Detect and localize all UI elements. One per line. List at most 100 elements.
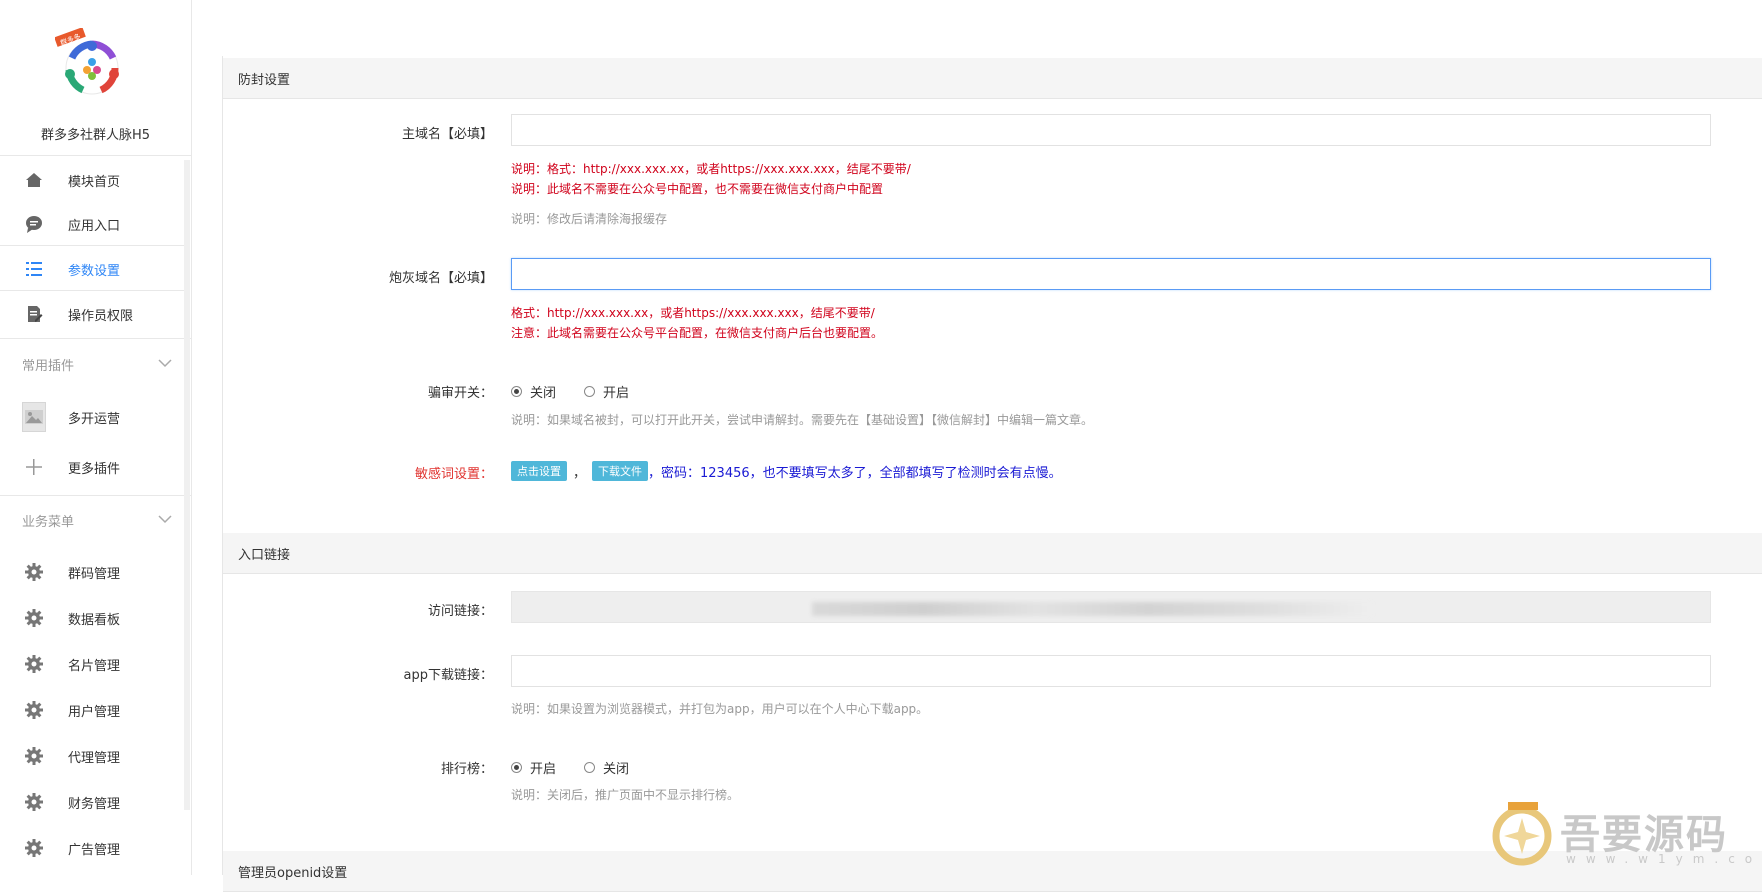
sidebar: 群多多 群多多社群人脉H5 模块首页 应用入口 参数设置 操作员权限 常用插件 — [0, 0, 192, 875]
nav-item-label: 财务管理 — [68, 796, 121, 812]
image-thumbnail-icon — [22, 402, 46, 432]
app-download-note: 说明：如果设置为浏览器模式，并打包为app，用户可以在个人中心下载app。 — [511, 702, 929, 716]
gear-icon — [22, 790, 46, 814]
visit-link-field[interactable] — [511, 591, 1711, 623]
group-label: 常用插件 — [22, 358, 75, 374]
nav-item-params[interactable]: 参数设置 — [0, 247, 184, 291]
main-domain-input[interactable] — [511, 114, 1711, 146]
separator-text: ， — [573, 465, 587, 481]
radio-label: 开启 — [530, 762, 557, 777]
nav-item-agent[interactable]: 代理管理 — [0, 734, 184, 778]
plus-icon — [22, 455, 46, 479]
nav-item-app-entry[interactable]: 应用入口 — [0, 202, 184, 246]
cannon-domain-note-config: 注意：此域名需要在公众号平台配置，在微信支付商户后台也要配置。 — [511, 326, 884, 340]
nav-item-ad[interactable]: 广告管理 — [0, 826, 184, 870]
group-common-plugins[interactable]: 常用插件 — [0, 349, 184, 379]
section-title: 防封设置 — [238, 72, 291, 88]
radio-label: 关闭 — [603, 762, 630, 777]
app-download-input[interactable] — [511, 655, 1711, 687]
main-content: 防封设置 主域名【必填】 说明：格式：http://xxx.xxx.xx，或者h… — [222, 56, 1762, 892]
main-domain-note-format: 说明：格式：http://xxx.xxx.xx，或者https://xxx.xx… — [511, 162, 911, 176]
nav-item-label: 名片管理 — [68, 658, 121, 674]
nav-item-user[interactable]: 用户管理 — [0, 688, 184, 732]
divider — [0, 338, 191, 339]
nav-item-label: 更多插件 — [68, 461, 121, 477]
watermark-logo-icon — [1492, 802, 1552, 866]
radio-button[interactable] — [584, 762, 596, 773]
main-domain-label: 主域名【必填】 — [401, 127, 493, 142]
section-header-entry: 入口链接 — [223, 533, 1762, 574]
nav-item-label: 多开运营 — [68, 411, 121, 427]
watermark-url: www.w1ym.com — [1566, 852, 1762, 866]
sensitive-words-label: 敏感词设置： — [414, 467, 493, 482]
divider — [0, 290, 184, 291]
document-edit-icon — [22, 302, 46, 326]
chat-bubble-icon — [22, 212, 46, 236]
review-switch-note: 说明：如果域名被封，可以打开此开关，尝试申请解封。需要先在【基础设置】【微信解封… — [511, 413, 1094, 427]
list-settings-icon — [22, 257, 46, 281]
section-header-anti-block: 防封设置 — [223, 58, 1762, 99]
nav-item-qrcode[interactable]: 群码管理 — [0, 550, 184, 594]
nav-item-label: 代理管理 — [68, 750, 121, 766]
cannon-domain-input[interactable] — [511, 258, 1711, 290]
download-file-button[interactable]: 下载文件 — [592, 461, 649, 481]
nav-item-label: 用户管理 — [68, 704, 121, 720]
divider — [0, 245, 184, 246]
sensitive-password-text: ，密码：123456，也不要填写太多了，全部都填写了检测时会有点慢。 — [648, 465, 1062, 481]
radio-button[interactable] — [511, 386, 522, 397]
radio-button[interactable] — [584, 386, 596, 397]
visit-link-label: 访问链接： — [427, 604, 493, 619]
sidebar-scrollbar[interactable] — [184, 160, 190, 810]
sensitive-words-row: 点击设置 ， 下载文件 ，密码：123456，也不要填写太多了，全部都填写了检测… — [511, 461, 1062, 481]
gear-icon — [22, 836, 46, 860]
group-label: 业务菜单 — [22, 514, 75, 530]
app-logo[interactable]: 群多多 — [54, 27, 129, 102]
main-domain-note-config: 说明：此域名不需要在公众号中配置，也不需要在微信支付商户中配置 — [511, 182, 884, 196]
watermark: 吾要源码 www.w1ym.com — [1488, 798, 1762, 868]
gear-icon — [22, 652, 46, 676]
app-name: 群多多社群人脉H5 — [40, 128, 151, 143]
gear-icon — [22, 744, 46, 768]
gear-icon — [22, 560, 46, 584]
radio-button[interactable] — [511, 762, 522, 773]
cannon-domain-note-format: 格式：http://xxx.xxx.xx，或者https://xxx.xxx.x… — [511, 306, 875, 320]
nav-item-multi-ops[interactable]: 多开运营 — [0, 395, 184, 439]
ranking-label: 排行榜： — [440, 762, 493, 777]
chevron-down-icon — [158, 357, 172, 371]
home-icon — [22, 168, 46, 192]
cannon-domain-label: 炮灰域名【必填】 — [388, 271, 493, 286]
nav-item-operator-perms[interactable]: 操作员权限 — [0, 292, 184, 336]
radio-label: 开启 — [603, 386, 630, 401]
section-title: 入口链接 — [238, 547, 291, 563]
ranking-note: 说明：关闭后，推广页面中不显示排行榜。 — [511, 788, 740, 802]
review-switch-on-option[interactable]: 开启 — [584, 382, 629, 401]
nav-item-label: 操作员权限 — [68, 308, 134, 324]
main-domain-note-cache: 说明：修改后请清除海报缓存 — [511, 212, 668, 226]
review-switch-label: 骗审开关： — [427, 386, 493, 401]
nav-item-label: 广告管理 — [68, 842, 121, 858]
ranking-radio-group: 开启 关闭 — [511, 758, 657, 777]
nav-item-finance[interactable]: 财务管理 — [0, 780, 184, 824]
nav-item-home[interactable]: 模块首页 — [0, 158, 184, 202]
gear-icon — [22, 698, 46, 722]
sensitive-set-button[interactable]: 点击设置 — [511, 461, 567, 481]
section-title: 管理员openid设置 — [238, 865, 348, 881]
nav-item-label: 群码管理 — [68, 566, 121, 582]
nav-item-label: 模块首页 — [68, 174, 121, 190]
divider — [0, 155, 191, 156]
nav-item-dashboard[interactable]: 数据看板 — [0, 596, 184, 640]
chevron-down-icon — [158, 513, 172, 527]
nav-item-more-plugins[interactable]: 更多插件 — [0, 445, 184, 489]
nav-item-label: 应用入口 — [68, 218, 121, 234]
review-switch-radio-group: 关闭 开启 — [511, 382, 657, 401]
divider — [0, 495, 191, 496]
ranking-off-option[interactable]: 关闭 — [584, 758, 629, 777]
review-switch-off-option[interactable]: 关闭 — [511, 382, 556, 401]
nav-item-card[interactable]: 名片管理 — [0, 642, 184, 686]
nav-item-label: 参数设置 — [68, 263, 121, 279]
nav-item-label: 数据看板 — [68, 612, 121, 628]
group-business-menu[interactable]: 业务菜单 — [0, 505, 184, 535]
redacted-link-text — [812, 602, 1372, 616]
ranking-on-option[interactable]: 开启 — [511, 758, 556, 777]
radio-label: 关闭 — [530, 386, 557, 401]
